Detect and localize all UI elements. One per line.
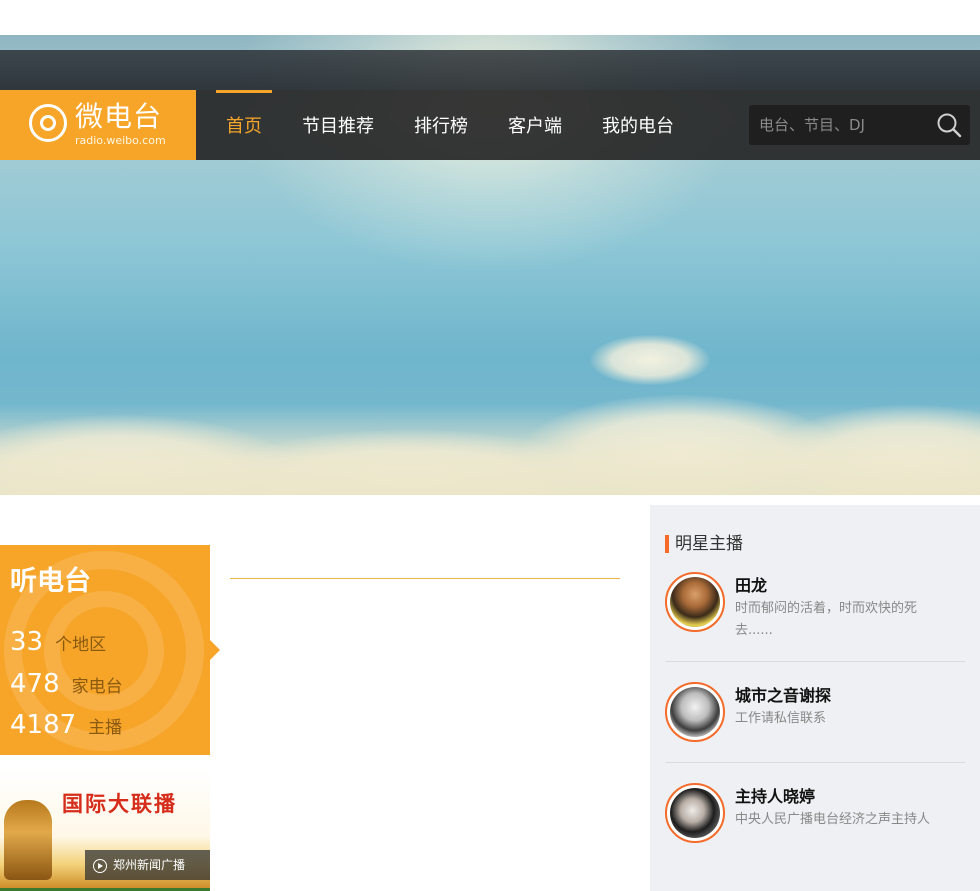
avatar[interactable] [665, 783, 725, 843]
avatar[interactable] [665, 572, 725, 632]
logo-name: 微电台 [75, 100, 163, 133]
anchor-name[interactable]: 主持人晓婷 [735, 783, 815, 807]
nav-item-client[interactable]: 客户端 [498, 90, 572, 160]
anchor-name[interactable]: 田龙 [735, 572, 767, 596]
top-strip [0, 50, 980, 90]
star-hosts-panel: 明星主播 田龙 时而郁闷的活着，时而欢快的死去...... 城市之音谢探 工作请… [650, 505, 980, 891]
anchor-name[interactable]: 城市之音谢探 [735, 682, 831, 706]
anchor-desc: 时而郁闷的活着，时而欢快的死去...... [735, 601, 918, 638]
listen-radio-panel[interactable]: 听电台 33 个地区 478 家电台 4187 主播 [0, 545, 210, 755]
stat-number: 4187 [10, 710, 77, 740]
stat-hosts: 4187 主播 [10, 710, 122, 740]
nav-item-ranking[interactable]: 排行榜 [404, 90, 478, 160]
promo-caption[interactable]: 郑州新闻广播 [85, 850, 210, 880]
stat-unit: 家电台 [71, 677, 123, 697]
search-input[interactable] [749, 105, 929, 145]
avatar-photo [670, 788, 720, 838]
promo-banner-title: 国际大联播 [62, 792, 177, 816]
stat-regions: 33 个地区 [10, 627, 106, 657]
anchor-divider [665, 661, 965, 662]
nav-item-home[interactable]: 首页 [216, 90, 272, 160]
logo-icon [29, 104, 67, 142]
stat-number: 33 [10, 627, 44, 657]
avatar[interactable] [665, 682, 725, 742]
logo-url: radio.weibo.com [75, 134, 166, 147]
hero-haze [0, 405, 980, 495]
anchor-divider [665, 762, 965, 763]
play-icon [93, 858, 107, 873]
stat-unit: 主播 [88, 718, 123, 738]
main-nav: 首页 节目推荐 排行榜 客户端 我的电台 [216, 90, 704, 160]
anchor-desc: 工作请私信联系 [735, 711, 827, 726]
anchor-desc: 中央人民广播电台经济之声主持人 [735, 812, 931, 827]
panel-pointer-arrow [210, 640, 220, 660]
hero-cloud [590, 335, 710, 385]
avatar-photo [670, 577, 720, 627]
nav-item-my-radio[interactable]: 我的电台 [592, 90, 684, 160]
star-hosts-title: 明星主播 [665, 535, 743, 553]
promo-card[interactable]: 国际大联播 郑州新闻广播 [0, 770, 210, 891]
stat-unit: 个地区 [55, 635, 107, 655]
nav-item-recommend[interactable]: 节目推荐 [292, 90, 384, 160]
navbar: 微电台 radio.weibo.com 首页 节目推荐 排行榜 客户端 我的电台 [0, 90, 980, 160]
section-divider [230, 578, 620, 579]
listen-title: 听电台 [10, 566, 91, 597]
site-logo[interactable]: 微电台 radio.weibo.com [0, 90, 196, 160]
stat-number: 478 [10, 669, 60, 699]
avatar-photo [670, 687, 720, 737]
promo-statue-image [4, 800, 52, 880]
promo-caption-text: 郑州新闻广播 [113, 858, 186, 872]
search-icon[interactable] [936, 112, 962, 138]
search-box [749, 105, 970, 145]
stat-stations: 478 家电台 [10, 669, 123, 699]
